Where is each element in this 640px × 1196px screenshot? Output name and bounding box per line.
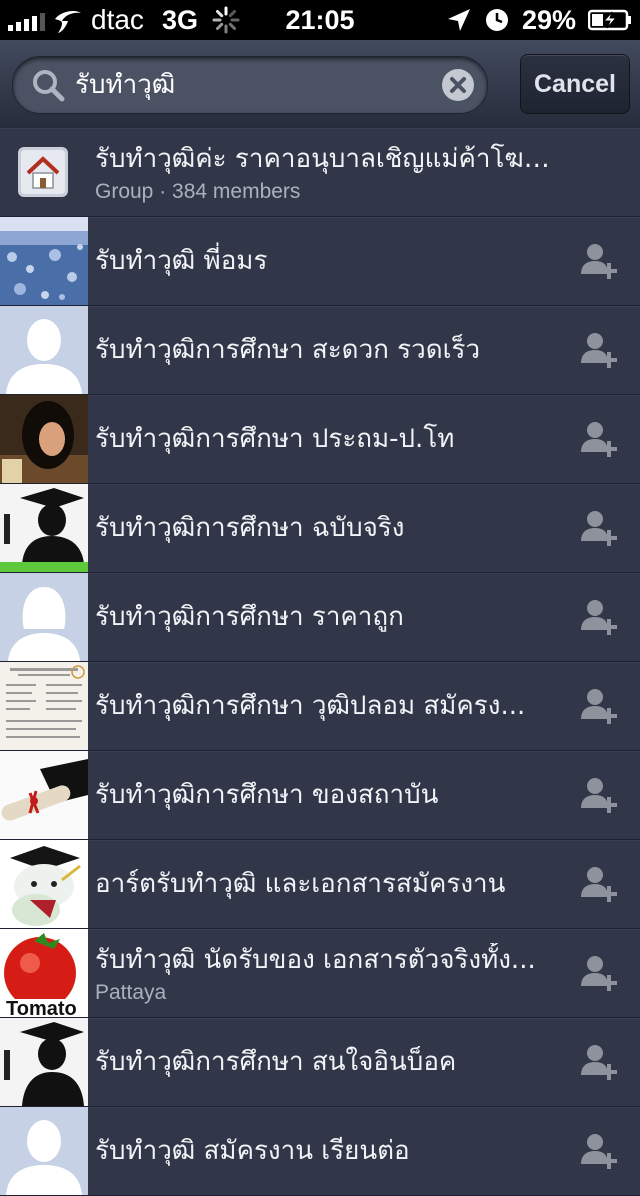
add-friend-icon[interactable] <box>580 776 618 814</box>
profile-picture <box>0 840 88 928</box>
diploma-scroll-image <box>0 751 88 839</box>
result-row[interactable]: รับทำวุฒิการศึกษา ประถม-ป.โท <box>0 395 640 484</box>
profile-picture <box>0 573 88 661</box>
battery-charging-icon <box>588 9 631 31</box>
result-row[interactable]: รับทำวุฒิ พี่อมร <box>0 217 640 306</box>
add-friend-icon[interactable] <box>580 687 618 725</box>
add-friend-icon[interactable] <box>580 954 618 992</box>
tomato-logo-text: Tomato <box>6 998 77 1017</box>
result-title: รับทำวุฒิ สมัครงาน เรียนต่อ <box>95 1136 410 1166</box>
search-results-list: รับทำวุฒิค่ะ ราคาอนุบาลเชิญแม่ค้าโฆษน...… <box>0 128 640 1196</box>
cancel-button[interactable]: Cancel <box>520 54 630 114</box>
profile-picture <box>0 1018 88 1106</box>
search-input[interactable]: รับทำวุฒิ <box>75 57 175 113</box>
add-friend-icon[interactable] <box>580 1132 618 1170</box>
group-house-icon <box>18 147 68 197</box>
default-avatar-male <box>0 1107 88 1195</box>
certificate-image <box>0 662 88 750</box>
status-bar: dtac 3G 21:05 29% <box>0 0 640 40</box>
dtac-logo-icon <box>55 11 81 33</box>
water-drops-image <box>0 217 88 305</box>
result-row[interactable]: อาร์ตรับทำวุฒิ และเอกสารสมัครงาน <box>0 840 640 929</box>
result-row[interactable]: รับทำวุฒิการศึกษา สะดวก รวดเร็ว <box>0 306 640 395</box>
group-thumbnail <box>0 128 88 216</box>
tomato-logo-image: Tomato <box>0 929 88 1017</box>
result-row[interactable]: รับทำวุฒิการศึกษา วุฒิปลอม สมัครง... <box>0 662 640 751</box>
result-title: รับทำวุฒิการศึกษา สะดวก รวดเร็ว <box>95 335 481 365</box>
default-avatar-female <box>0 573 88 661</box>
result-title: รับทำวุฒิ นัดรับของ เอกสารตัวจริงทั้ง... <box>95 945 536 975</box>
result-title: รับทำวุฒิการศึกษา วุฒิปลอม สมัครง... <box>95 691 526 721</box>
result-row[interactable]: รับทำวุฒิ สมัครงาน เรียนต่อ <box>0 1107 640 1196</box>
result-title: รับทำวุฒิการศึกษา ราคาถูก <box>95 602 404 632</box>
profile-picture <box>0 1107 88 1195</box>
profile-picture <box>0 751 88 839</box>
profile-picture <box>0 662 88 750</box>
profile-picture <box>0 306 88 394</box>
activity-spinner-icon <box>212 6 240 34</box>
result-title: อาร์ตรับทำวุฒิ และเอกสารสมัครงาน <box>95 869 506 899</box>
result-title: รับทำวุฒิการศึกษา สนใจอินบ็อค <box>95 1047 457 1077</box>
add-friend-icon[interactable] <box>580 420 618 458</box>
graduate-silhouette-image <box>0 1018 88 1106</box>
battery-percent: 29% <box>521 4 576 35</box>
search-icon <box>33 70 65 102</box>
woman-photo-image <box>0 395 88 483</box>
result-row[interactable]: รับทำวุฒิการศึกษา ราคาถูก <box>0 573 640 662</box>
profile-picture: Tomato <box>0 929 88 1017</box>
result-row[interactable]: Tomato รับทำวุฒิ นัดรับของ เอกสารตัวจริง… <box>0 929 640 1018</box>
signal-strength-icon <box>8 9 45 31</box>
search-bar: รับทำวุฒิ Cancel <box>0 40 640 129</box>
profile-picture <box>0 395 88 483</box>
add-friend-icon[interactable] <box>580 509 618 547</box>
result-row[interactable]: รับทำวุฒิการศึกษา ฉบับจริง <box>0 484 640 573</box>
result-row-group[interactable]: รับทำวุฒิค่ะ ราคาอนุบาลเชิญแม่ค้าโฆษน...… <box>0 128 640 217</box>
add-friend-icon[interactable] <box>580 865 618 903</box>
result-title: รับทำวุฒิการศึกษา ประถม-ป.โท <box>95 424 455 454</box>
add-friend-icon[interactable] <box>580 331 618 369</box>
carrier-name: dtac <box>91 4 144 35</box>
alarm-clock-icon <box>485 9 508 31</box>
network-type: 3G <box>161 4 198 35</box>
add-friend-icon[interactable] <box>580 598 618 636</box>
graduate-silhouette-image <box>0 484 88 572</box>
profile-picture <box>0 217 88 305</box>
result-title: รับทำวุฒิการศึกษา ของสถาบัน <box>95 780 439 810</box>
add-friend-icon[interactable] <box>580 242 618 280</box>
profile-picture <box>0 484 88 572</box>
result-subtitle: Pattaya <box>95 981 167 1004</box>
result-row[interactable]: รับทำวุฒิการศึกษา ของสถาบัน <box>0 751 640 840</box>
result-row[interactable]: รับทำวุฒิการศึกษา สนใจอินบ็อค <box>0 1018 640 1107</box>
location-arrow-icon <box>447 9 470 31</box>
clear-search-icon[interactable] <box>441 68 475 102</box>
plush-graduate-image <box>0 840 88 928</box>
add-friend-icon[interactable] <box>580 1043 618 1081</box>
result-subtitle: Group · 384 members <box>95 180 301 203</box>
result-title: รับทำวุฒิค่ะ ราคาอนุบาลเชิญแม่ค้าโฆษน... <box>95 144 565 174</box>
default-avatar-male <box>0 306 88 394</box>
result-title: รับทำวุฒิ พี่อมร <box>95 246 268 276</box>
result-title: รับทำวุฒิการศึกษา ฉบับจริง <box>95 513 405 543</box>
search-field[interactable]: รับทำวุฒิ <box>12 56 488 114</box>
